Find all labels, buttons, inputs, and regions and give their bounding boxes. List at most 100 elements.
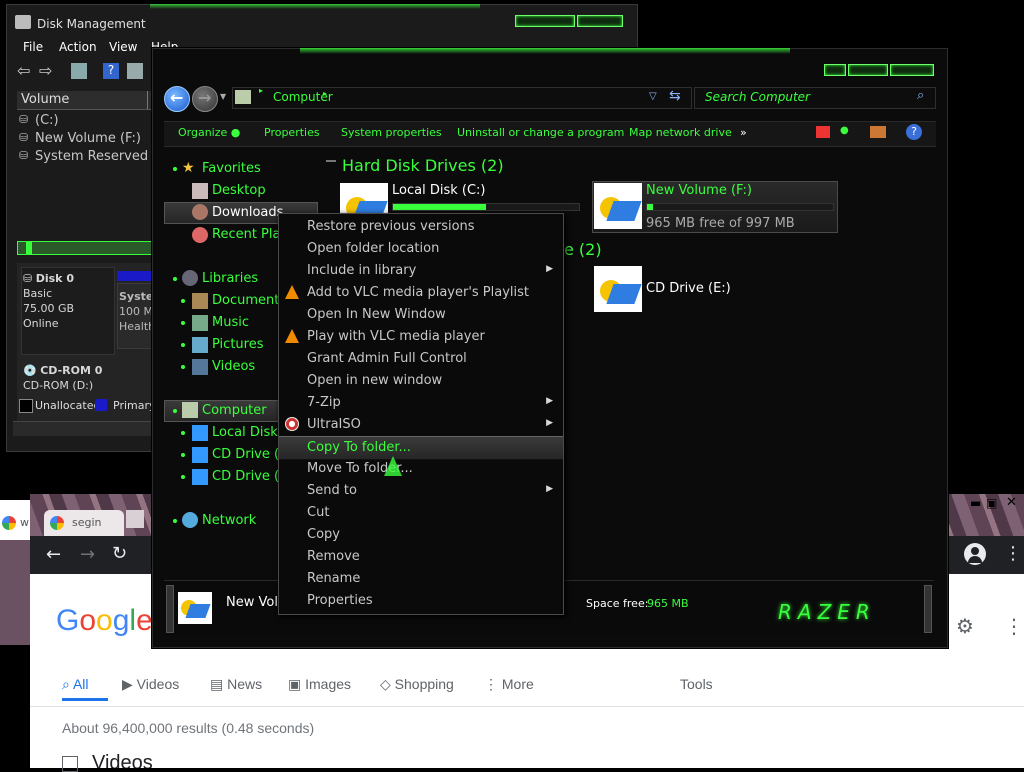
group-hard-disk-drives[interactable]: Hard Disk Drives (2) xyxy=(342,156,504,175)
nav-documents[interactable]: Documents xyxy=(212,293,286,308)
view-options-icon[interactable] xyxy=(816,126,830,138)
context-menu-item[interactable]: Grant Admin Full Control xyxy=(279,348,563,370)
close-button[interactable] xyxy=(890,64,934,76)
nav-videos[interactable]: Videos xyxy=(212,359,255,374)
expand-icon[interactable] xyxy=(173,277,177,281)
uninstall-program-button[interactable]: Uninstall or change a program xyxy=(457,126,624,139)
tools-button[interactable]: Tools xyxy=(680,676,713,692)
context-menu-item[interactable]: Play with VLC media player xyxy=(279,326,563,348)
volume-row[interactable]: New Volume (F:) xyxy=(35,131,141,146)
nav-libraries[interactable]: Libraries xyxy=(202,271,258,286)
properties-icon[interactable] xyxy=(127,63,143,79)
group-removable-storage[interactable]: e (2) xyxy=(564,240,602,259)
maximize-button[interactable] xyxy=(848,64,888,76)
context-menu-item[interactable]: 7-Zip ▶ xyxy=(279,392,563,414)
tab-all[interactable]: ⌕ All xyxy=(62,676,89,693)
preview-pane-icon[interactable] xyxy=(870,126,886,138)
context-menu-item[interactable]: Open folder location xyxy=(279,238,563,260)
properties-button[interactable]: Properties xyxy=(264,126,320,139)
menu-view[interactable]: View xyxy=(109,40,137,54)
context-menu-item[interactable]: Send to ▶ xyxy=(279,480,563,502)
nav-desktop[interactable]: Desktop xyxy=(212,183,266,198)
expand-icon[interactable] xyxy=(181,475,185,479)
expand-icon[interactable] xyxy=(181,343,185,347)
organize-button[interactable]: Organize ● xyxy=(178,126,240,139)
nav-cd-drive-e[interactable]: CD Drive (E xyxy=(212,469,287,484)
expand-icon[interactable] xyxy=(181,431,185,435)
volume-row[interactable]: (C:) xyxy=(35,113,59,128)
expand-icon[interactable] xyxy=(181,321,185,325)
expand-icon[interactable] xyxy=(181,365,185,369)
nav-computer[interactable]: Computer xyxy=(202,403,267,418)
expand-icon[interactable] xyxy=(173,167,177,171)
menu-file[interactable]: File xyxy=(23,40,43,54)
reload-icon[interactable]: ↻ xyxy=(112,543,127,564)
nav-local-disk[interactable]: Local Disk xyxy=(212,425,278,440)
system-properties-button[interactable]: System properties xyxy=(341,126,442,139)
close-icon[interactable]: ✕ xyxy=(1006,495,1017,510)
context-menu-item[interactable]: Copy xyxy=(279,524,563,546)
nav-pictures[interactable]: Pictures xyxy=(212,337,263,352)
tab-images[interactable]: ▣ Images xyxy=(288,676,351,693)
address-bar[interactable]: ▸ Computer ▸ ▽ ⇆ xyxy=(232,86,692,109)
map-network-drive-button[interactable]: Map network drive xyxy=(629,126,732,139)
new-volume-f-icon[interactable] xyxy=(594,183,642,229)
refresh-icon[interactable]: ⇆ xyxy=(669,88,681,104)
context-menu-item[interactable]: Move To folder... xyxy=(279,458,563,480)
nav-network[interactable]: Network xyxy=(202,513,256,528)
cd-drive-e-label[interactable]: CD Drive (E:) xyxy=(646,281,731,296)
context-menu-item[interactable]: Cut xyxy=(279,502,563,524)
tab-more[interactable]: ⋮ More xyxy=(484,676,534,693)
volume-row[interactable]: System Reserved xyxy=(35,149,148,164)
forward-icon[interactable]: → xyxy=(80,544,95,565)
forward-button[interactable]: → xyxy=(192,86,218,112)
forward-arrow-icon[interactable]: ⇨ xyxy=(39,61,52,80)
context-menu-item[interactable]: Add to VLC media player's Playlist xyxy=(279,282,563,304)
nav-recent-places[interactable]: Recent Pla xyxy=(212,227,280,242)
maximize-icon[interactable]: ▣ xyxy=(986,496,997,510)
search-box[interactable]: Search Computer ⌕ xyxy=(694,87,936,109)
chrome-tab[interactable]: segin xyxy=(44,510,124,536)
nav-favorites[interactable]: Favorites xyxy=(202,161,261,176)
expand-icon[interactable] xyxy=(173,409,177,413)
tab-favicon[interactable] xyxy=(126,510,144,528)
expand-icon[interactable] xyxy=(181,299,185,303)
back-icon[interactable]: ← xyxy=(46,544,61,565)
address-dropdown-icon[interactable]: ▽ xyxy=(649,91,657,102)
context-menu-item[interactable]: Remove xyxy=(279,546,563,568)
context-menu-item[interactable]: Properties xyxy=(279,590,563,612)
breadcrumb-separator-icon[interactable]: ▸ xyxy=(323,89,327,98)
menu-action[interactable]: Action xyxy=(59,40,97,54)
column-volume[interactable]: Volume xyxy=(21,92,69,107)
more-vert-icon[interactable]: ⋮ xyxy=(1004,543,1022,564)
console-icon[interactable] xyxy=(71,63,87,79)
apps-icon[interactable]: ⋮ xyxy=(1004,614,1024,638)
settings-gear-icon[interactable]: ⚙ xyxy=(956,614,974,638)
recent-pages-dropdown-icon[interactable]: ▼ xyxy=(220,92,226,101)
minimize-icon[interactable]: ▬ xyxy=(970,496,981,510)
maximize-button[interactable] xyxy=(577,15,623,27)
context-menu-item[interactable]: Open In New Window xyxy=(279,304,563,326)
context-menu-item[interactable]: Rename xyxy=(279,568,563,590)
help-icon[interactable]: ? xyxy=(906,124,922,140)
tab-news[interactable]: ▤ News xyxy=(210,676,262,693)
expand-icon[interactable] xyxy=(173,519,177,523)
group-collapse-icon[interactable] xyxy=(326,160,336,162)
new-volume-f-label[interactable]: New Volume (F:) xyxy=(646,183,752,198)
breadcrumb-separator-icon[interactable]: ▸ xyxy=(259,86,263,95)
minimize-button[interactable] xyxy=(824,64,846,76)
more-commands-button[interactable]: » xyxy=(740,126,747,139)
back-arrow-icon[interactable]: ⇦ xyxy=(17,61,30,80)
tab-videos[interactable]: ▶ Videos xyxy=(122,676,179,693)
local-disk-c-label[interactable]: Local Disk (C:) xyxy=(392,183,485,198)
profile-avatar[interactable] xyxy=(964,543,986,565)
dropdown-dot-icon[interactable]: ● xyxy=(840,125,849,136)
horizontal-scrollbar[interactable] xyxy=(17,241,159,255)
expand-icon[interactable] xyxy=(181,453,185,457)
nav-music[interactable]: Music xyxy=(212,315,249,330)
help-icon[interactable]: ? xyxy=(103,63,119,79)
context-menu-item[interactable]: Open in new window xyxy=(279,370,563,392)
search-icon[interactable]: ⌕ xyxy=(917,88,924,103)
back-button[interactable]: ← xyxy=(164,86,190,112)
cd-drive-e-icon[interactable] xyxy=(594,266,642,312)
